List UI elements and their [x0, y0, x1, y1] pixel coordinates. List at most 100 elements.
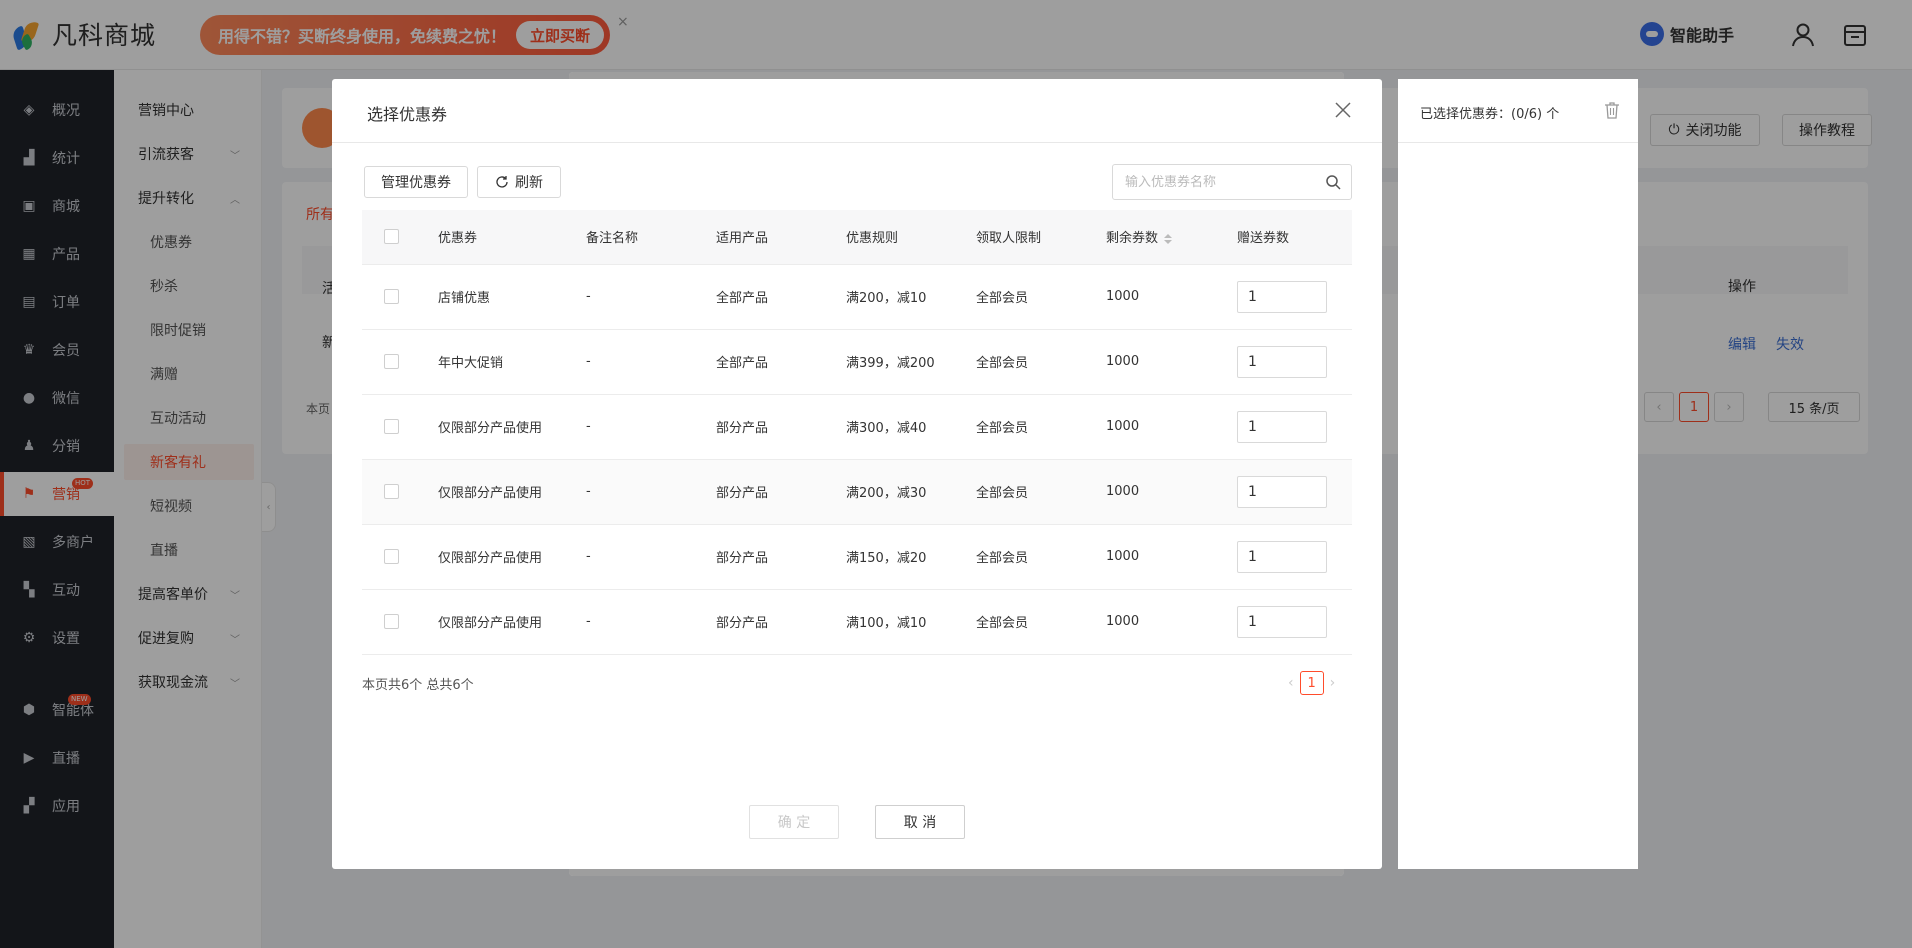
give-count-input[interactable]: [1237, 540, 1327, 573]
coupon-name: 年中大促销: [438, 329, 586, 395]
table-summary: 本页共6个 总共6个: [362, 678, 474, 693]
row-checkbox[interactable]: [384, 419, 399, 434]
coupon-rule: 满200，减10: [846, 264, 976, 330]
table-row[interactable]: 仅限部分产品使用 - 部分产品 满200，减30 全部会员 1000: [362, 459, 1352, 525]
row-checkbox[interactable]: [384, 614, 399, 629]
next-page-icon[interactable]: ›: [1330, 675, 1336, 691]
row-checkbox[interactable]: [384, 289, 399, 304]
coupon-remark: -: [586, 329, 716, 395]
selected-panel-header: 已选择优惠券：(0/6) 个: [1398, 79, 1638, 143]
coupon-rule: 满399，减200: [846, 329, 976, 395]
coupon-remaining: 1000: [1106, 264, 1237, 330]
coupon-limit: 全部会员: [976, 589, 1106, 655]
row-select-cell: [362, 589, 438, 655]
col-remark: 备注名称: [586, 210, 716, 265]
close-icon[interactable]: [1334, 101, 1352, 119]
refresh-icon: [496, 176, 508, 188]
table-row[interactable]: 仅限部分产品使用 - 部分产品 满300，减40 全部会员 1000: [362, 394, 1352, 460]
give-count-cell: [1237, 264, 1352, 330]
search-icon[interactable]: [1325, 174, 1341, 190]
coupon-remark: -: [586, 394, 716, 460]
coupon-search-input[interactable]: [1125, 174, 1315, 190]
select-all-checkbox[interactable]: [384, 229, 399, 245]
coupon-remaining: 1000: [1106, 459, 1237, 525]
give-count-cell: [1237, 394, 1352, 460]
coupon-product: 部分产品: [716, 459, 846, 525]
give-count-cell: [1237, 459, 1352, 525]
coupon-product: 全部产品: [716, 329, 846, 395]
coupon-rule: 满150，减20: [846, 524, 976, 590]
row-select-cell: [362, 394, 438, 460]
col-rule: 优惠规则: [846, 210, 976, 265]
select-coupon-dialog: 选择优惠券 管理优惠券 刷新 优惠券 备注名称 适用产品 优惠规则 领取人限制 …: [332, 79, 1382, 869]
col-limit: 领取人限制: [976, 210, 1106, 265]
dialog-header: 选择优惠券: [332, 79, 1382, 143]
table-row[interactable]: 店铺优惠 - 全部产品 满200，减10 全部会员 1000: [362, 264, 1352, 330]
selected-count: 已选择优惠券：(0/6) 个: [1420, 107, 1560, 122]
coupon-product: 部分产品: [716, 394, 846, 460]
coupon-limit: 全部会员: [976, 524, 1106, 590]
coupon-remark: -: [586, 524, 716, 590]
coupon-rule: 满300，减40: [846, 394, 976, 460]
coupon-name: 仅限部分产品使用: [438, 459, 586, 525]
table-row[interactable]: 年中大促销 - 全部产品 满399，减200 全部会员 1000: [362, 329, 1352, 395]
coupon-remark: -: [586, 264, 716, 330]
row-checkbox[interactable]: [384, 484, 399, 499]
col-product: 适用产品: [716, 210, 846, 265]
coupon-name: 仅限部分产品使用: [438, 394, 586, 460]
give-count-cell: [1237, 589, 1352, 655]
refresh-button[interactable]: 刷新: [477, 166, 561, 198]
row-checkbox[interactable]: [384, 354, 399, 369]
coupon-limit: 全部会员: [976, 394, 1106, 460]
coupon-name: 店铺优惠: [438, 264, 586, 330]
col-remaining-label: 剩余券数: [1106, 231, 1159, 247]
row-select-cell: [362, 264, 438, 330]
coupon-search: [1112, 164, 1352, 200]
give-count-cell: [1237, 329, 1352, 395]
row-checkbox[interactable]: [384, 549, 399, 564]
current-page-button[interactable]: 1: [1299, 671, 1324, 695]
give-count-input[interactable]: [1237, 605, 1327, 638]
give-count-input[interactable]: [1237, 345, 1327, 378]
cancel-button[interactable]: 取 消: [875, 805, 965, 839]
row-select-cell: [362, 459, 438, 525]
col-remaining[interactable]: 剩余券数: [1106, 210, 1237, 265]
coupon-limit: 全部会员: [976, 264, 1106, 330]
coupon-remaining: 1000: [1106, 394, 1237, 460]
coupon-name: 仅限部分产品使用: [438, 524, 586, 590]
coupon-remark: -: [586, 589, 716, 655]
coupon-rule: 满200，减30: [846, 459, 976, 525]
sort-icon[interactable]: [1164, 233, 1173, 244]
coupon-limit: 全部会员: [976, 459, 1106, 525]
manage-coupons-button[interactable]: 管理优惠券: [364, 166, 468, 198]
select-all-cell: [362, 210, 438, 265]
coupon-remaining: 1000: [1106, 524, 1237, 590]
give-count-cell: [1237, 524, 1352, 590]
selected-coupons-panel: 已选择优惠券：(0/6) 个: [1398, 79, 1638, 869]
dialog-pagination: ‹ 1 ›: [1282, 671, 1341, 695]
table-row[interactable]: 仅限部分产品使用 - 部分产品 满100，减10 全部会员 1000: [362, 589, 1352, 655]
trash-icon[interactable]: [1604, 101, 1620, 119]
coupon-product: 部分产品: [716, 524, 846, 590]
row-select-cell: [362, 329, 438, 395]
coupon-table: 优惠券 备注名称 适用产品 优惠规则 领取人限制 剩余券数 赠送券数 店铺优惠 …: [362, 210, 1352, 655]
coupon-product: 全部产品: [716, 264, 846, 330]
prev-page-icon[interactable]: ‹: [1288, 675, 1294, 691]
table-row[interactable]: 仅限部分产品使用 - 部分产品 满150，减20 全部会员 1000: [362, 524, 1352, 590]
coupon-product: 部分产品: [716, 589, 846, 655]
confirm-button[interactable]: 确 定: [749, 805, 839, 839]
give-count-input[interactable]: [1237, 475, 1327, 508]
give-count-input[interactable]: [1237, 280, 1327, 313]
coupon-remark: -: [586, 459, 716, 525]
col-give: 赠送券数: [1237, 210, 1352, 265]
give-count-input[interactable]: [1237, 410, 1327, 443]
coupon-remaining: 1000: [1106, 329, 1237, 395]
coupon-limit: 全部会员: [976, 329, 1106, 395]
dialog-title: 选择优惠券: [367, 105, 448, 124]
coupon-name: 仅限部分产品使用: [438, 589, 586, 655]
refresh-label: 刷新: [515, 175, 543, 191]
table-header-row: 优惠券 备注名称 适用产品 优惠规则 领取人限制 剩余券数 赠送券数: [362, 210, 1352, 265]
col-coupon: 优惠券: [438, 210, 586, 265]
coupon-rule: 满100，减10: [846, 589, 976, 655]
row-select-cell: [362, 524, 438, 590]
